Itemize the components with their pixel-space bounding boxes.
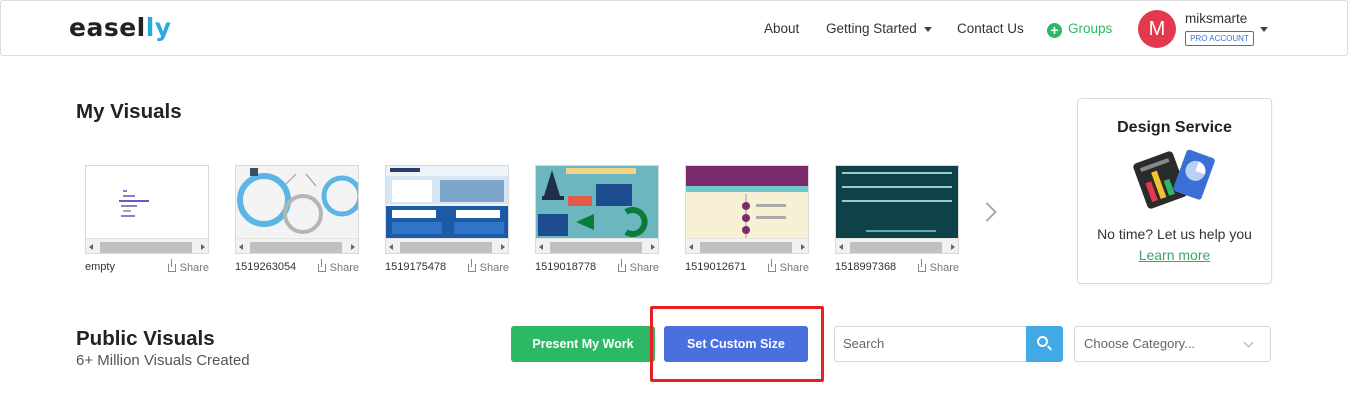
share-label: Share xyxy=(479,262,509,274)
user-menu-chevron-icon[interactable] xyxy=(1260,27,1268,32)
nav-getting-started-label: Getting Started xyxy=(826,21,917,36)
scroll-left-icon[interactable] xyxy=(689,244,693,250)
share-button[interactable]: Share xyxy=(167,259,209,274)
nav-contact-label: Contact Us xyxy=(957,21,1024,36)
nav-about[interactable]: About xyxy=(764,21,799,36)
nav-contact-us[interactable]: Contact Us xyxy=(957,21,1024,36)
visual-name: 1519175478 xyxy=(385,261,447,273)
highlight-box xyxy=(650,306,824,382)
share-icon xyxy=(167,259,176,272)
share-icon xyxy=(917,259,926,272)
visual-name: 1519018778 xyxy=(535,261,597,273)
public-visuals-subtitle: 6+ Million Visuals Created xyxy=(76,352,250,369)
visual-thumbnail[interactable] xyxy=(385,165,509,254)
search-icon-handle xyxy=(1047,345,1052,351)
scroll-left-icon[interactable] xyxy=(839,244,843,250)
share-icon xyxy=(767,259,776,272)
share-label: Share xyxy=(929,262,959,274)
thumbnail-preview xyxy=(386,168,508,238)
thumbnail-preview xyxy=(836,166,958,238)
nav-groups[interactable]: + Groups xyxy=(1047,21,1112,38)
easelly-logo[interactable]: easelly xyxy=(69,13,172,42)
share-button[interactable]: Share xyxy=(617,259,659,274)
scroll-thumb[interactable] xyxy=(550,242,642,253)
design-service-title: Design Service xyxy=(1117,119,1232,136)
share-label: Share xyxy=(329,262,359,274)
design-service-icon xyxy=(1133,149,1215,209)
scroll-left-icon[interactable] xyxy=(239,244,243,250)
visual-name: 1519263054 xyxy=(235,261,297,273)
logo-text: easel xyxy=(69,13,146,42)
visual-name: 1518997368 xyxy=(835,261,897,273)
visual-thumbnail[interactable] xyxy=(85,165,209,254)
visual-thumbnail[interactable] xyxy=(235,165,359,254)
category-select-label: Choose Category... xyxy=(1084,336,1196,351)
plus-circle-icon: + xyxy=(1047,23,1062,38)
share-label: Share xyxy=(779,262,809,274)
thumbnail-preview xyxy=(536,166,658,238)
scroll-right-icon[interactable] xyxy=(501,244,505,250)
scroll-left-icon[interactable] xyxy=(89,244,93,250)
thumbnail-scrollbar[interactable] xyxy=(236,238,358,253)
visual-name: 1519012671 xyxy=(685,261,747,273)
share-icon xyxy=(317,259,326,272)
scroll-right-icon[interactable] xyxy=(951,244,955,250)
thumbnail-scrollbar[interactable] xyxy=(536,238,658,253)
scroll-thumb[interactable] xyxy=(850,242,942,253)
share-label: Share xyxy=(179,262,209,274)
avatar[interactable]: M xyxy=(1138,10,1176,48)
scroll-right-icon[interactable] xyxy=(351,244,355,250)
scroll-left-icon[interactable] xyxy=(389,244,393,250)
thumbnail-scrollbar[interactable] xyxy=(86,238,208,253)
search-icon xyxy=(1037,336,1048,347)
nav-groups-label: Groups xyxy=(1068,21,1113,36)
thumbnail-preview xyxy=(237,168,358,234)
scroll-right-icon[interactable] xyxy=(201,244,205,250)
share-button[interactable]: Share xyxy=(767,259,809,274)
chevron-down-icon xyxy=(923,26,932,32)
share-button[interactable]: Share xyxy=(317,259,359,274)
scroll-thumb[interactable] xyxy=(400,242,492,253)
visual-thumbnail[interactable] xyxy=(835,165,959,254)
thumbnail-scrollbar[interactable] xyxy=(836,238,958,253)
scroll-left-icon[interactable] xyxy=(539,244,543,250)
visual-thumbnail[interactable] xyxy=(685,165,809,254)
learn-more-link[interactable]: Learn more xyxy=(1078,247,1271,263)
thumbnail-preview xyxy=(119,190,149,217)
design-service-card: Design Service No time? Let us help you … xyxy=(1077,98,1272,284)
logo-accent: ly xyxy=(145,13,172,42)
visual-name: empty xyxy=(85,261,115,273)
scroll-right-icon[interactable] xyxy=(801,244,805,250)
public-visuals-title: Public Visuals xyxy=(76,327,215,350)
category-select[interactable]: Choose Category... xyxy=(1074,326,1271,362)
share-label: Share xyxy=(629,262,659,274)
scroll-thumb[interactable] xyxy=(700,242,792,253)
thumbnail-scrollbar[interactable] xyxy=(386,238,508,253)
share-icon xyxy=(467,259,476,272)
present-my-work-button[interactable]: Present My Work xyxy=(511,326,655,362)
scroll-thumb[interactable] xyxy=(100,242,192,253)
scroll-thumb[interactable] xyxy=(250,242,342,253)
top-nav-bar: easelly About Getting Started Contact Us… xyxy=(0,0,1348,56)
my-visuals-title: My Visuals xyxy=(76,100,182,123)
username[interactable]: miksmarte xyxy=(1185,11,1247,26)
chevron-down-icon xyxy=(1243,337,1254,348)
nav-about-label: About xyxy=(764,21,800,36)
share-button[interactable]: Share xyxy=(467,259,509,274)
thumbnail-scrollbar[interactable] xyxy=(686,238,808,253)
visual-thumbnail[interactable] xyxy=(535,165,659,254)
design-service-text: No time? Let us help you xyxy=(1097,226,1252,242)
search-button[interactable] xyxy=(1026,326,1063,362)
scroll-right-icon[interactable] xyxy=(651,244,655,250)
share-icon xyxy=(617,259,626,272)
nav-getting-started[interactable]: Getting Started xyxy=(826,21,932,36)
search-input[interactable]: Search xyxy=(834,326,1026,362)
chevron-right-icon[interactable] xyxy=(977,202,997,222)
thumbnail-preview xyxy=(686,166,808,238)
pro-account-badge: PRO ACCOUNT xyxy=(1185,31,1254,46)
share-button[interactable]: Share xyxy=(917,259,959,274)
